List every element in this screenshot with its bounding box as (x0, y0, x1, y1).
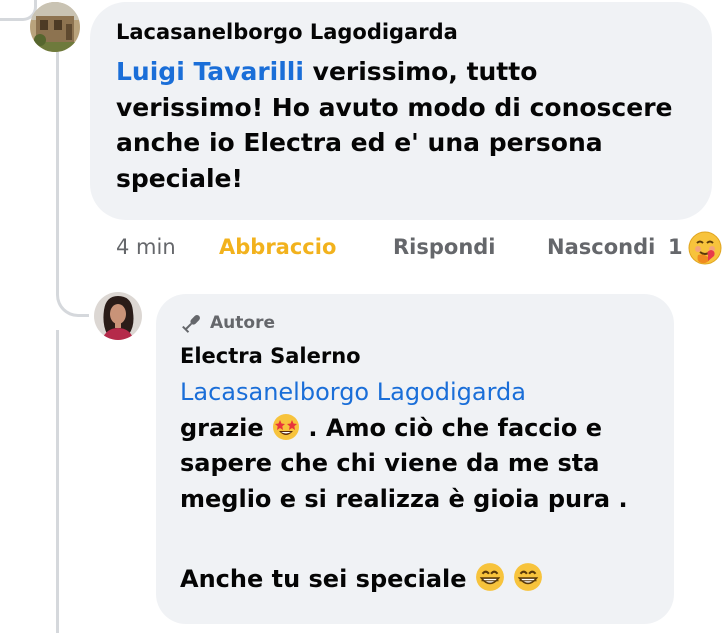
comment-text-line: verissimo! Ho avuto modo di conoscere (116, 92, 673, 122)
reply-text-line: sapere che chi viene da me sta (180, 449, 600, 478)
hide-button[interactable]: Nascondi (547, 235, 655, 259)
comment-thread: Lacasanelborgo Lagodigarda Luigi Tavaril… (0, 0, 725, 633)
comment-text-line: speciale! (116, 163, 243, 193)
avatar-image (30, 2, 80, 52)
reply-author[interactable]: Electra Salerno (180, 344, 361, 368)
grinning-emoji-icon (514, 562, 543, 591)
microphone-icon (182, 315, 200, 333)
avatar-electra-salerno[interactable] (94, 292, 142, 340)
reply-text-line: meglio e si realizza è gioia pura . (180, 484, 628, 513)
comment-text: Luigi Tavarilli verissimo, tutto verissi… (116, 54, 706, 196)
comment-timestamp[interactable]: 4 min (116, 235, 176, 259)
reply-text: Lacasanelborgo Lagodigarda grazie . Amo … (180, 375, 660, 597)
avatar-image (94, 292, 142, 340)
comment-text-line: verissimo, tutto (303, 57, 538, 86)
grinning-emoji-icon (475, 562, 504, 591)
thread-connector-reply (56, 270, 89, 317)
avatar-lacasanelborgo[interactable] (30, 2, 80, 52)
mention-link[interactable]: Lacasanelborgo Lagodigarda (180, 378, 526, 406)
comment-actions: 4 min Abbraccio Rispondi Nascondi 1 (116, 231, 722, 267)
reaction-button[interactable]: Abbraccio (219, 235, 336, 259)
reply-text-segment: grazie (180, 413, 273, 442)
reply-text-line: Anche tu sei speciale (180, 564, 475, 593)
thread-line-left (56, 330, 59, 633)
author-badge-label: Autore (210, 313, 275, 333)
star-struck-emoji-icon (273, 413, 300, 440)
reply-button[interactable]: Rispondi (393, 235, 496, 259)
thread-line-vertical (56, 52, 59, 292)
comment-text-line: anche io Electra ed e' una persona (116, 128, 603, 157)
author-badge: Autore (180, 311, 275, 335)
comment-author[interactable]: Lacasanelborgo Lagodigarda (116, 20, 458, 44)
mention-link[interactable]: Luigi Tavarilli (116, 57, 304, 86)
reply-text-segment: . Amo ciò che faccio e (300, 413, 602, 442)
hug-reaction-icon[interactable] (688, 231, 722, 265)
reaction-count[interactable]: 1 (668, 235, 683, 259)
